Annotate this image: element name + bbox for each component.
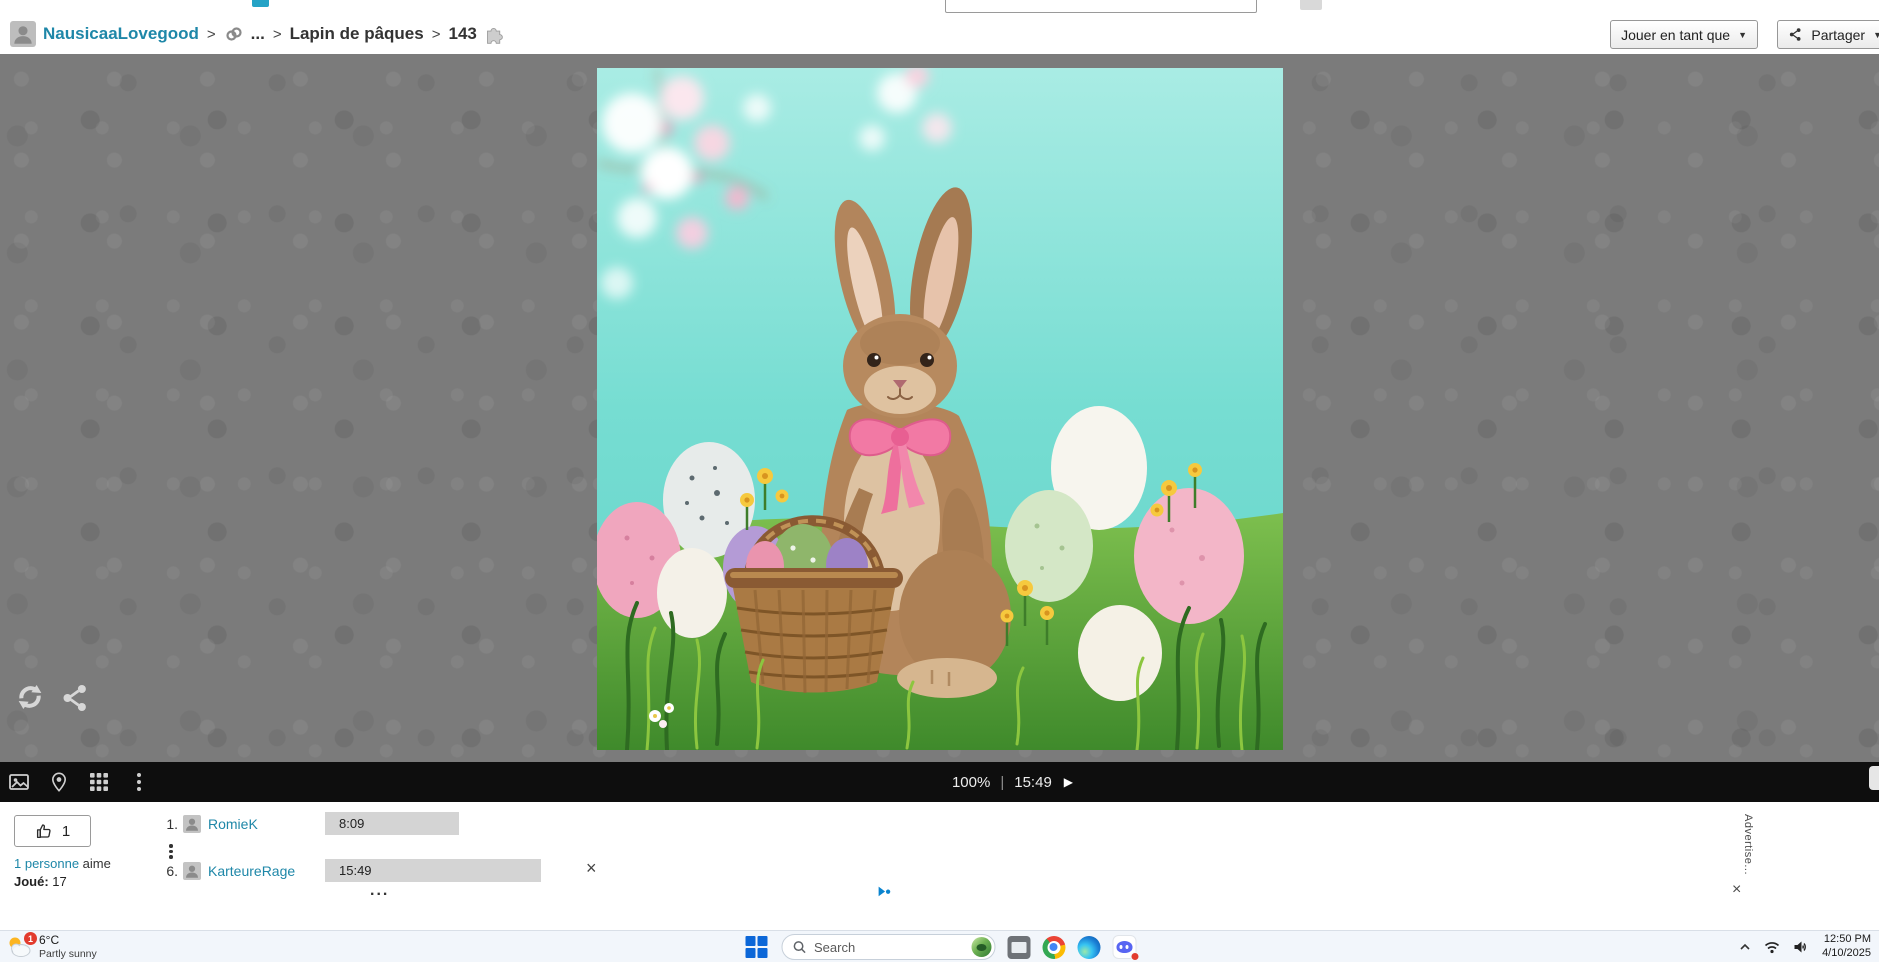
- chevron-down-icon: ▼: [1873, 29, 1879, 40]
- zoom-level: 100%: [951, 773, 991, 791]
- bottom-panel: 1 1 personne aime Joué: 17 1. RomieK 8:0…: [0, 802, 1879, 930]
- puzzle-piece-icon: [484, 24, 505, 45]
- likers-suffix: aime: [79, 856, 111, 871]
- clipped-control-fragment: [1869, 766, 1879, 790]
- play-as-button[interactable]: Jouer en tant que ▼: [1610, 20, 1758, 49]
- player-status: 100% | 15:49 ▶: [952, 762, 1073, 802]
- taskbar-search[interactable]: Search: [781, 934, 995, 960]
- leaderboard-row: 6. KarteureRage 15:49: [160, 859, 620, 882]
- leaderboard-more-icon[interactable]: [167, 842, 175, 861]
- breadcrumb: NausicaaLovegood > ... > Lapin de pâques…: [0, 14, 1879, 54]
- time-progress-bar: 8:09: [325, 812, 459, 835]
- volume-icon[interactable]: [1793, 940, 1809, 954]
- restart-puzzle-icon[interactable]: [14, 681, 46, 716]
- played-label: Joué:: [14, 874, 49, 889]
- link-icon[interactable]: [224, 24, 244, 44]
- person-icon: [10, 21, 36, 47]
- chrome-icon[interactable]: [1042, 935, 1065, 959]
- played-count: 17: [48, 874, 67, 889]
- breadcrumb-separator: >: [431, 25, 441, 43]
- likers-link[interactable]: 1 personne: [14, 856, 79, 871]
- status-divider: |: [1000, 773, 1005, 791]
- share-label: Partager: [1811, 26, 1866, 43]
- search-highlight-image: [971, 937, 991, 957]
- player-time: 8:09: [339, 816, 365, 831]
- breadcrumb-puzzle-name[interactable]: Lapin de pâques: [290, 24, 424, 44]
- advertise-vertical-label[interactable]: Advertise...: [1742, 814, 1754, 875]
- wifi-icon[interactable]: [1764, 940, 1780, 954]
- start-button[interactable]: [743, 934, 769, 960]
- player-avatar[interactable]: [183, 861, 201, 880]
- close-icon[interactable]: ×: [586, 859, 597, 877]
- taskbar-clock[interactable]: 12:50 PM 4/10/2025: [1822, 933, 1871, 961]
- adchoices-icon[interactable]: [877, 885, 891, 899]
- grid-icon[interactable]: [88, 771, 110, 793]
- notification-dot: [1130, 952, 1139, 961]
- elapsed-time: 15:49: [1014, 773, 1052, 791]
- hint-pin-icon[interactable]: [48, 771, 70, 793]
- like-button[interactable]: 1: [14, 815, 91, 847]
- puzzle-image[interactable]: [592, 64, 1283, 752]
- background-image-icon[interactable]: [8, 771, 30, 793]
- app-window-icon[interactable]: [1007, 935, 1030, 959]
- search-placeholder: Search: [814, 939, 856, 955]
- puzzle-stage: [0, 54, 1879, 762]
- browser-chrome-fragment: [0, 0, 1879, 14]
- system-tray: 12:50 PM 4/10/2025: [1739, 931, 1871, 962]
- rank-label: 6.: [166, 862, 178, 879]
- time-progress-bar: 15:49: [325, 859, 541, 882]
- person-icon: [183, 814, 201, 833]
- chevron-down-icon: ▼: [1738, 29, 1747, 40]
- likers-line: 1 personne aime: [14, 856, 111, 871]
- player-time: 15:49: [339, 863, 372, 878]
- browser-button-fragment: [1300, 0, 1322, 10]
- play-as-label: Jouer en tant que: [1621, 26, 1731, 43]
- user-avatar[interactable]: [10, 21, 36, 47]
- hidden-icons-chevron[interactable]: [1739, 942, 1751, 952]
- weather-icon: 1: [6, 932, 37, 959]
- rank-label: 1.: [166, 815, 178, 832]
- player-toolbar: 100% | 15:49 ▶: [0, 762, 1879, 802]
- person-icon: [183, 861, 201, 880]
- breadcrumb-ellipsis[interactable]: ...: [251, 24, 265, 44]
- discord-icon[interactable]: [1112, 935, 1139, 961]
- browser-search-box-fragment[interactable]: [945, 0, 1257, 13]
- breadcrumb-separator: >: [206, 25, 216, 43]
- breadcrumb-piece-count: 143: [448, 24, 477, 43]
- taskbar-center: Search: [743, 931, 1139, 962]
- weather-condition: Partly sunny: [39, 947, 97, 960]
- notification-badge: 1: [24, 932, 37, 945]
- breadcrumb-user-link[interactable]: NausicaaLovegood: [43, 24, 199, 44]
- weather-widget[interactable]: 1 6°C Partly sunny: [6, 931, 97, 962]
- share-button[interactable]: Partager ▼: [1777, 20, 1879, 49]
- clock-date: 4/10/2025: [1822, 947, 1871, 959]
- player-avatar[interactable]: [183, 814, 201, 833]
- search-icon: [793, 941, 806, 954]
- player-name-link[interactable]: KarteureRage: [208, 863, 295, 879]
- jigsaw-puzzle-page: NausicaaLovegood > ... > Lapin de pâques…: [0, 0, 1879, 962]
- edge-icon[interactable]: [1077, 935, 1100, 959]
- played-line: Joué: 17: [14, 874, 67, 889]
- share-icon[interactable]: [60, 683, 90, 716]
- share-icon: [1788, 27, 1803, 42]
- ad-close-icon[interactable]: ×: [1732, 882, 1741, 898]
- browser-tab-fragment: [252, 0, 269, 7]
- clock-time: 12:50 PM: [1823, 933, 1871, 946]
- thumbs-up-icon: [36, 824, 51, 839]
- player-name-link[interactable]: RomieK: [208, 816, 258, 832]
- show-more-button[interactable]: ...: [370, 882, 389, 900]
- breadcrumb-separator: >: [272, 25, 282, 43]
- weather-temp: 6°C: [39, 933, 60, 948]
- windows-taskbar: 1 6°C Partly sunny Search 12:50 PM 4/10/…: [0, 930, 1879, 962]
- play-button[interactable]: ▶: [1062, 775, 1073, 789]
- leaderboard-row: 1. RomieK 8:09: [160, 812, 620, 835]
- easter-bunny-illustration: [592, 64, 1283, 752]
- like-count: 1: [61, 822, 71, 840]
- more-options-icon[interactable]: [128, 771, 150, 793]
